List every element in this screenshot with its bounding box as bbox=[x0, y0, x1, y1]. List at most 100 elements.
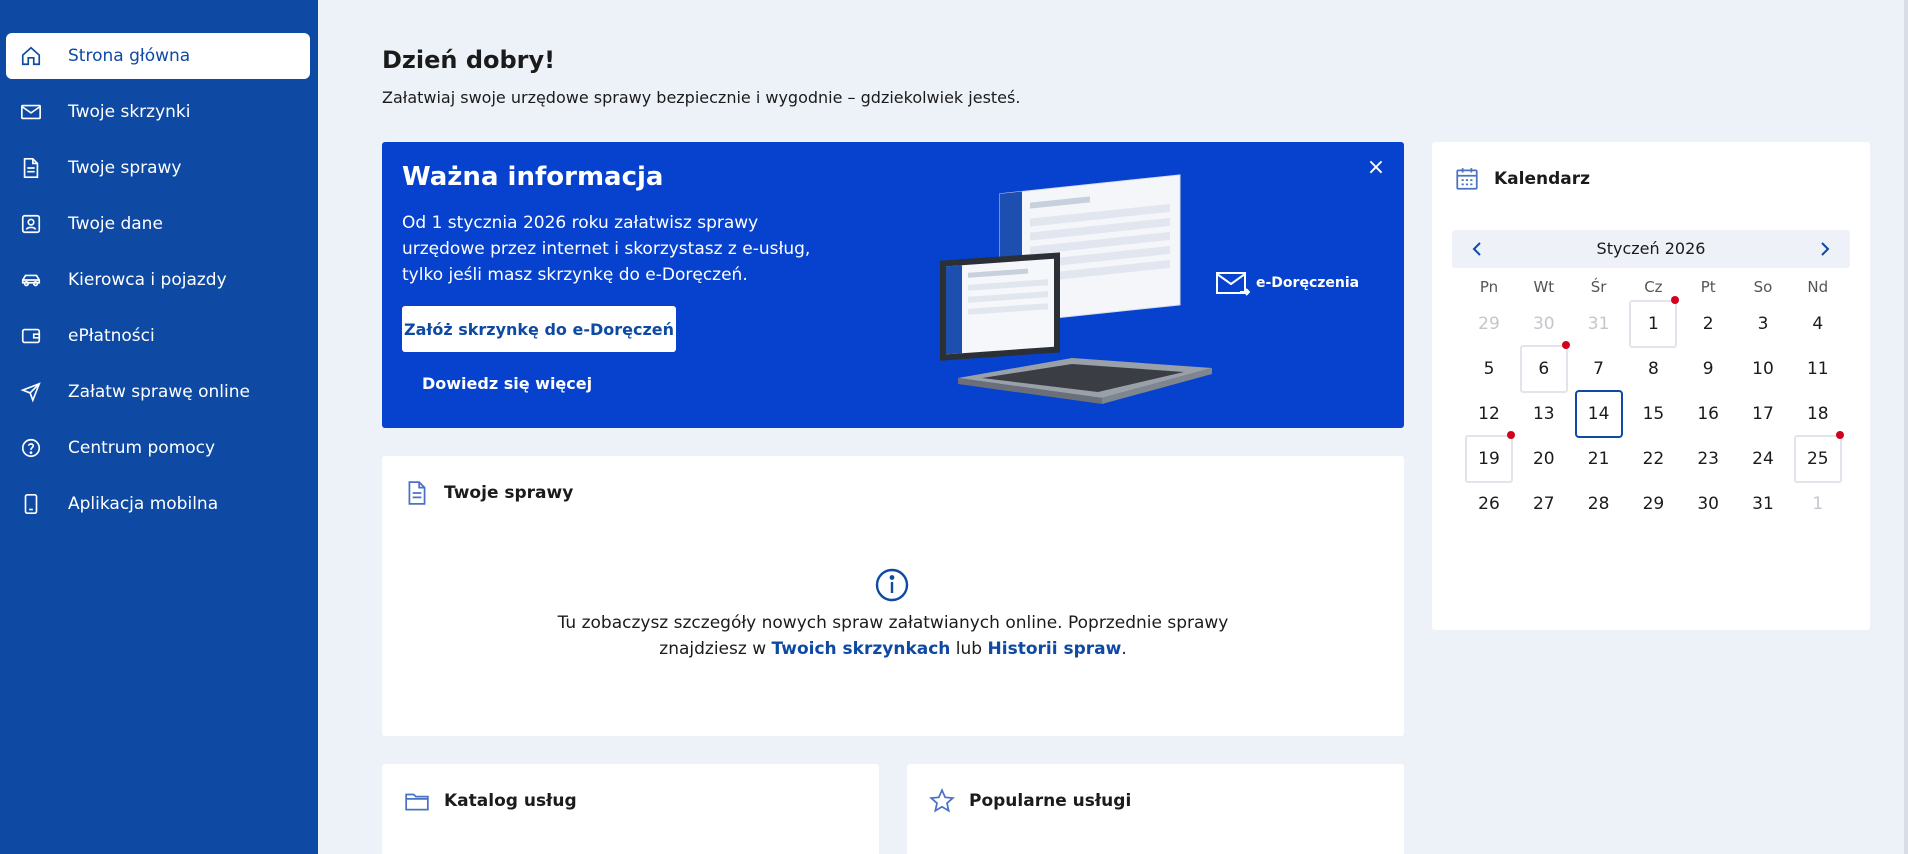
sidebar-item-label: Twoje dane bbox=[68, 214, 163, 234]
event-dot bbox=[1835, 431, 1844, 439]
popular-card-header: Popularne usługi bbox=[929, 788, 1131, 814]
cases-empty-text: Tu zobaczysz szczegóły nowych spraw zała… bbox=[557, 613, 1229, 659]
calendar-day[interactable]: 16 bbox=[1684, 390, 1732, 438]
car-icon bbox=[20, 269, 52, 291]
sidebar-item-data[interactable]: Twoje dane bbox=[6, 201, 310, 247]
calendar-day[interactable]: 1 bbox=[1794, 480, 1842, 528]
calendar-day[interactable]: 19 bbox=[1465, 431, 1515, 483]
calendar-day[interactable]: 27 bbox=[1520, 480, 1568, 528]
calendar-month-label: Styczeń 2026 bbox=[1596, 239, 1706, 258]
calendar-day[interactable]: 31 bbox=[1739, 480, 1787, 528]
sidebar-item-driver[interactable]: Kierowca i pojazdy bbox=[6, 257, 310, 303]
sidebar-item-label: Centrum pomocy bbox=[68, 438, 216, 458]
banner-title: Ważna informacja bbox=[402, 162, 664, 192]
calendar-day[interactable]: 21 bbox=[1575, 435, 1623, 483]
cases-card: Twoje sprawy Tu zobaczysz szczegóły nowy… bbox=[382, 456, 1404, 736]
event-dot bbox=[1561, 341, 1570, 349]
scrollbar[interactable] bbox=[1904, 0, 1908, 854]
calendar-weekday: Pt bbox=[1700, 278, 1716, 296]
sidebar-item-label: Kierowca i pojazdy bbox=[68, 270, 227, 290]
page-title: Dzień dobry! bbox=[382, 46, 556, 74]
sidebar-item-mailboxes[interactable]: Twoje skrzynki bbox=[6, 89, 310, 135]
calendar-day[interactable]: 24 bbox=[1739, 435, 1787, 483]
calendar-month-nav: Styczeń 2026 bbox=[1452, 230, 1850, 268]
create-mailbox-button[interactable]: Załóż skrzynkę do e-Doręczeń bbox=[402, 306, 676, 352]
popular-card-title: Popularne usługi bbox=[969, 791, 1132, 811]
cases-card-header: Twoje sprawy bbox=[404, 480, 573, 506]
calendar-day[interactable]: 3 bbox=[1739, 300, 1787, 348]
calendar-day[interactable]: 9 bbox=[1684, 345, 1732, 393]
calendar-day[interactable]: 31 bbox=[1575, 300, 1623, 348]
page-subtitle: Załatwiaj swoje urzędowe sprawy bezpiecz… bbox=[382, 88, 1021, 107]
sidebar-item-label: Strona główna bbox=[68, 46, 191, 66]
calendar-day[interactable]: 15 bbox=[1629, 390, 1677, 438]
calendar-day[interactable]: 13 bbox=[1520, 390, 1568, 438]
popular-card: Popularne usługi bbox=[907, 764, 1404, 854]
sidebar-item-payments[interactable]: ePłatności bbox=[6, 313, 310, 359]
sidebar-item-label: Twoje sprawy bbox=[68, 158, 182, 178]
user-card-icon bbox=[20, 213, 52, 235]
close-icon[interactable]: × bbox=[1366, 157, 1386, 179]
calendar-day[interactable]: 23 bbox=[1684, 435, 1732, 483]
sidebar-item-label: Aplikacja mobilna bbox=[68, 494, 219, 514]
sidebar-item-mobile[interactable]: Aplikacja mobilna bbox=[6, 481, 310, 527]
sidebar-item-help[interactable]: Centrum pomocy bbox=[6, 425, 310, 471]
calendar-day[interactable]: 20 bbox=[1520, 435, 1568, 483]
calendar-weekday: So bbox=[1753, 278, 1773, 296]
calendar-day[interactable]: 1 bbox=[1629, 296, 1680, 348]
event-dot bbox=[1671, 296, 1680, 304]
calendar-day[interactable]: 8 bbox=[1629, 345, 1677, 393]
info-icon bbox=[875, 568, 909, 602]
calendar-day[interactable]: 11 bbox=[1794, 345, 1842, 393]
phone-icon bbox=[20, 493, 52, 515]
calendar-day[interactable]: 25 bbox=[1793, 431, 1844, 483]
catalog-card-header: Katalog usług bbox=[404, 788, 577, 814]
calendar-day[interactable]: 5 bbox=[1465, 345, 1513, 393]
calendar-day[interactable]: 29 bbox=[1629, 480, 1677, 528]
chevron-left-icon[interactable] bbox=[1468, 239, 1488, 259]
calendar-day[interactable]: 10 bbox=[1739, 345, 1787, 393]
wallet-icon bbox=[20, 325, 52, 347]
history-link[interactable]: Historii spraw bbox=[988, 639, 1122, 659]
calendar-card: Kalendarz Styczeń 2026 Pn Wt Śr Cz Pt So Nd 29 3… bbox=[1432, 142, 1870, 630]
calendar-day[interactable]: 29 bbox=[1465, 300, 1513, 348]
cases-card-title: Twoje sprawy bbox=[444, 483, 574, 503]
sidebar-item-label: Twoje skrzynki bbox=[68, 102, 191, 122]
calendar-day-today[interactable]: 14 bbox=[1574, 390, 1623, 438]
calendar-weekday: Pn bbox=[1479, 278, 1499, 296]
star-icon bbox=[929, 788, 955, 813]
calendar-day[interactable]: 12 bbox=[1465, 390, 1513, 438]
chevron-right-icon[interactable] bbox=[1814, 239, 1834, 259]
calendar-weekday: Cz bbox=[1644, 278, 1663, 296]
calendar-card-header: Kalendarz bbox=[1454, 166, 1590, 192]
info-banner: Ważna informacja Od 1 stycznia 2026 roku… bbox=[382, 142, 1404, 428]
calendar-day[interactable]: 6 bbox=[1519, 341, 1570, 393]
learn-more-link[interactable]: Dowiedz się więcej bbox=[422, 374, 592, 393]
mailboxes-link[interactable]: Twoich skrzynkach bbox=[772, 639, 951, 659]
sidebar-item-label: Załatw sprawę online bbox=[68, 382, 250, 402]
calendar-day[interactable]: 17 bbox=[1739, 390, 1787, 438]
document-icon bbox=[408, 481, 426, 505]
calendar-day[interactable]: 28 bbox=[1575, 480, 1623, 528]
calendar-day[interactable]: 7 bbox=[1575, 345, 1623, 393]
calendar-day[interactable]: 2 bbox=[1684, 300, 1732, 348]
sidebar-item-home[interactable]: Strona główna bbox=[6, 33, 310, 79]
send-icon bbox=[20, 381, 52, 403]
calendar-day[interactable]: 22 bbox=[1629, 435, 1677, 483]
calendar-day[interactable]: 30 bbox=[1684, 480, 1732, 528]
sidebar: Strona główna Twoje skrzynki Twoje spraw… bbox=[0, 0, 318, 854]
event-dot bbox=[1507, 431, 1515, 439]
sidebar-item-label: ePłatności bbox=[68, 326, 155, 346]
document-icon bbox=[20, 157, 52, 179]
sidebar-item-online[interactable]: Załatw sprawę online bbox=[6, 369, 310, 415]
laptop-illustration bbox=[940, 174, 1212, 404]
envelope-icon bbox=[1216, 272, 1250, 296]
calendar-day[interactable]: 18 bbox=[1794, 390, 1842, 438]
sidebar-item-cases[interactable]: Twoje sprawy bbox=[6, 145, 310, 191]
calendar-day[interactable]: 26 bbox=[1465, 480, 1513, 528]
calendar-day[interactable]: 4 bbox=[1794, 300, 1842, 348]
banner-text: Od 1 stycznia 2026 roku załatwisz sprawy… bbox=[402, 213, 811, 285]
calendar-weekday: Nd bbox=[1807, 278, 1829, 296]
calendar-day[interactable]: 30 bbox=[1520, 300, 1568, 348]
mail-icon bbox=[20, 101, 52, 123]
